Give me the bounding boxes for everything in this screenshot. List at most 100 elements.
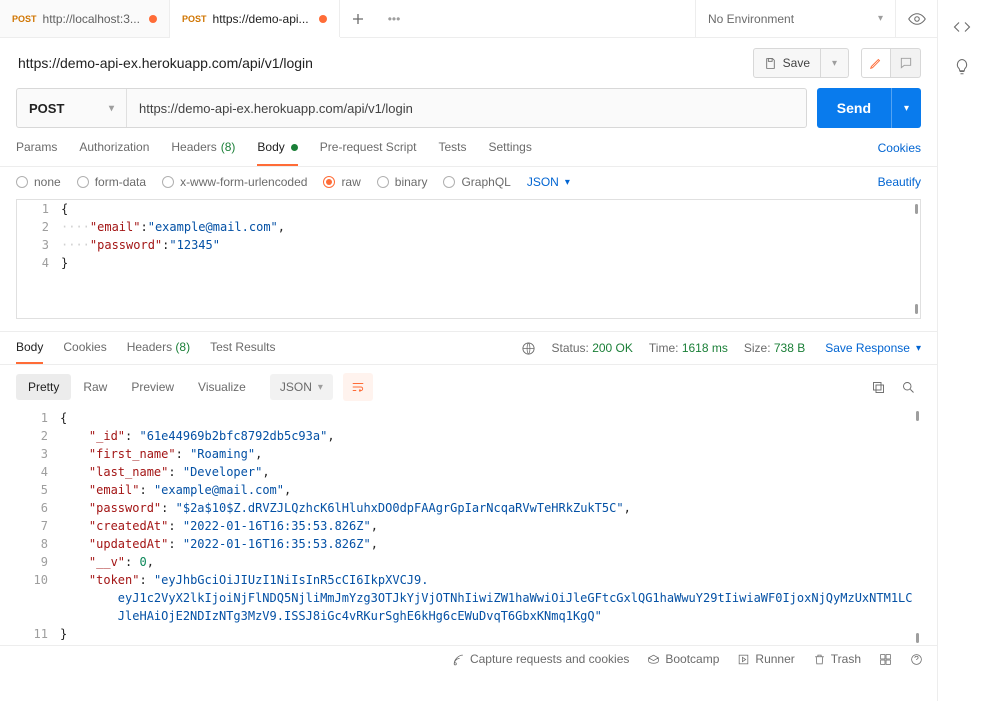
comment-icon xyxy=(899,56,913,70)
subnav-headers[interactable]: Headers (8) xyxy=(171,140,235,166)
globe-icon xyxy=(521,341,536,356)
info-button[interactable] xyxy=(953,58,971,76)
help-button[interactable] xyxy=(910,653,923,666)
scrollbar[interactable] xyxy=(915,204,918,214)
wrap-icon xyxy=(351,380,365,394)
bootcamp-icon xyxy=(647,653,660,666)
response-body-editor[interactable]: 1{ 2 "_id": "61e44969b2bfc8792db5c93a", … xyxy=(16,409,921,645)
radio-xwww[interactable]: x-www-form-urlencoded xyxy=(162,175,307,189)
save-caret-button[interactable]: ▾ xyxy=(821,48,849,78)
send-label: Send xyxy=(837,100,871,116)
dirty-dot-icon xyxy=(319,15,327,23)
view-pretty[interactable]: Pretty xyxy=(16,374,71,400)
response-format-select[interactable]: JSON ▾ xyxy=(270,374,333,400)
request-subnav: Params Authorization Headers (8) Body Pr… xyxy=(0,128,937,167)
wrap-lines-button[interactable] xyxy=(343,373,373,401)
trash-button[interactable]: Trash xyxy=(813,652,861,666)
search-response-button[interactable] xyxy=(895,374,921,400)
beautify-link[interactable]: Beautify xyxy=(878,175,921,189)
save-icon xyxy=(764,57,777,70)
request-line: POST ▾ Send ▾ xyxy=(0,88,937,128)
dirty-dot-icon xyxy=(149,15,157,23)
tab-0[interactable]: POST http://localhost:3... xyxy=(0,0,170,37)
respnav-headers[interactable]: Headers (8) xyxy=(127,340,190,364)
request-display-url: https://demo-api-ex.herokuapp.com/api/v1… xyxy=(18,55,741,71)
method-select[interactable]: POST ▾ xyxy=(17,89,127,127)
runner-icon xyxy=(737,653,750,666)
dirty-dot-icon xyxy=(291,144,298,151)
respnav-body[interactable]: Body xyxy=(16,340,43,364)
radio-none[interactable]: none xyxy=(16,175,61,189)
tab-1[interactable]: POST https://demo-api... xyxy=(170,0,340,37)
tab-bar: POST http://localhost:3... POST https://… xyxy=(0,0,937,38)
raw-type-select[interactable]: JSON ▾ xyxy=(527,175,570,189)
layout-icon xyxy=(879,653,892,666)
save-button[interactable]: Save xyxy=(753,48,821,78)
respnav-testresults[interactable]: Test Results xyxy=(210,340,275,364)
response-view-row: Pretty Raw Preview Visualize JSON ▾ xyxy=(0,365,937,409)
respnav-cookies[interactable]: Cookies xyxy=(63,340,106,364)
tab-title: http://localhost:3... xyxy=(43,12,143,26)
tab-title: https://demo-api... xyxy=(213,12,313,26)
chevron-down-icon: ▾ xyxy=(878,13,883,24)
view-raw[interactable]: Raw xyxy=(71,374,119,400)
scrollbar[interactable] xyxy=(916,411,919,421)
radio-formdata[interactable]: form-data xyxy=(77,175,146,189)
send-caret-button[interactable]: ▾ xyxy=(891,88,921,128)
request-body-editor[interactable]: 1{ 2····"email":"example@mail.com", 3···… xyxy=(16,199,921,319)
subnav-params[interactable]: Params xyxy=(16,140,57,166)
code-icon xyxy=(953,18,971,36)
chevron-down-icon: ▾ xyxy=(109,103,114,114)
copy-response-button[interactable] xyxy=(865,374,891,400)
environment-quicklook-button[interactable] xyxy=(895,0,937,37)
help-icon xyxy=(910,653,923,666)
chevron-down-icon: ▾ xyxy=(318,382,323,393)
view-preview[interactable]: Preview xyxy=(119,374,186,400)
capture-button[interactable]: Capture requests and cookies xyxy=(452,652,629,666)
response-nav: Body Cookies Headers (8) Test Results St… xyxy=(0,331,937,365)
environment-label: No Environment xyxy=(708,12,870,26)
code-button[interactable] xyxy=(953,18,971,36)
bootcamp-button[interactable]: Bootcamp xyxy=(647,652,719,666)
scrollbar[interactable] xyxy=(916,633,919,643)
bulb-icon xyxy=(953,58,971,76)
search-icon xyxy=(901,380,916,395)
status-bar: Capture requests and cookies Bootcamp Ru… xyxy=(0,645,937,672)
send-button[interactable]: Send xyxy=(817,88,891,128)
pencil-icon xyxy=(869,56,883,70)
response-status: Status: 200 OK Time: 1618 ms Size: 738 B xyxy=(521,341,806,364)
view-visualize[interactable]: Visualize xyxy=(186,374,258,400)
satellite-icon xyxy=(452,653,465,666)
chevron-down-icon: ▾ xyxy=(916,343,921,354)
radio-raw[interactable]: raw xyxy=(323,175,360,189)
new-tab-button[interactable] xyxy=(340,0,376,37)
tab-overflow-button[interactable]: ••• xyxy=(376,0,412,37)
request-titlebar: https://demo-api-ex.herokuapp.com/api/v1… xyxy=(0,38,937,88)
trash-icon xyxy=(813,653,826,666)
tab-method: POST xyxy=(182,14,207,24)
runner-button[interactable]: Runner xyxy=(737,652,794,666)
copy-icon xyxy=(871,380,886,395)
save-response-button[interactable]: Save Response ▾ xyxy=(825,341,921,363)
radio-graphql[interactable]: GraphQL xyxy=(443,175,510,189)
body-type-row: none form-data x-www-form-urlencoded raw… xyxy=(0,167,937,197)
chevron-down-icon: ▾ xyxy=(565,177,570,188)
edit-button[interactable] xyxy=(861,48,891,78)
save-label: Save xyxy=(783,56,810,70)
subnav-prerequest[interactable]: Pre-request Script xyxy=(320,140,417,166)
tab-method: POST xyxy=(12,14,37,24)
subnav-authorization[interactable]: Authorization xyxy=(79,140,149,166)
url-input[interactable] xyxy=(127,89,806,127)
chevron-down-icon: ▾ xyxy=(832,58,837,69)
method-label: POST xyxy=(29,101,64,116)
radio-binary[interactable]: binary xyxy=(377,175,428,189)
subnav-body[interactable]: Body xyxy=(257,140,297,166)
chevron-down-icon: ▾ xyxy=(904,103,909,114)
comment-button[interactable] xyxy=(891,48,921,78)
scrollbar[interactable] xyxy=(915,304,918,314)
environment-select[interactable]: No Environment ▾ xyxy=(695,0,895,37)
layout-button[interactable] xyxy=(879,653,892,666)
subnav-tests[interactable]: Tests xyxy=(438,140,466,166)
subnav-settings[interactable]: Settings xyxy=(489,140,532,166)
cookies-link[interactable]: Cookies xyxy=(878,141,921,165)
